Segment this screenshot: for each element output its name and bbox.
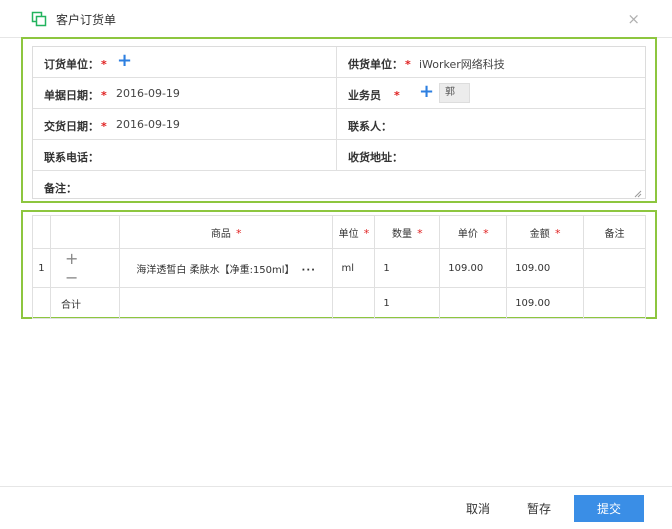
required-mark: * — [363, 226, 370, 240]
supplier-value: iWorker网络科技 — [419, 58, 505, 71]
form-row: 订货单位： * + 供货单位： * iWorker网络科技 — [33, 47, 645, 78]
price-cell[interactable]: 109.00 — [439, 248, 508, 288]
save-draft-button[interactable]: 暂存 — [527, 500, 551, 517]
table-header-row: 商品 * 单位 * 数量 * 单价 * 金额 * 备注 — [32, 215, 646, 249]
dialog-header: 客户订货单 × — [0, 0, 672, 38]
phone-field[interactable]: 联系电话： — [33, 140, 337, 170]
price-header: 单价 * — [439, 215, 508, 249]
required-mark: * — [101, 89, 107, 102]
supplier-field: 供货单位： * iWorker网络科技 — [337, 47, 645, 77]
address-field[interactable]: 收货地址： — [337, 140, 645, 170]
close-icon[interactable]: × — [627, 11, 640, 27]
total-row: 合计 1 109.00 — [32, 287, 646, 319]
form-row: 单据日期： * 2016-09-19 业务员 * + 郭 — [33, 78, 645, 109]
required-mark: * — [101, 120, 107, 133]
add-salesperson-button[interactable]: + — [419, 83, 434, 101]
form-row: 交货日期： * 2016-09-19 联系人： — [33, 109, 645, 140]
ops-header — [49, 215, 120, 249]
cancel-button[interactable]: 取消 — [466, 500, 490, 517]
copy-icon — [31, 11, 47, 27]
product-name: 海洋透皙白 柔肤水【净重:150ml】 — [136, 264, 290, 276]
required-mark: * — [554, 226, 561, 240]
total-qty: 1 — [374, 287, 441, 319]
salesperson-label: 业务员 * — [348, 89, 400, 102]
row-index: 1 — [32, 248, 51, 288]
product-cell[interactable]: 海洋透皙白 柔肤水【净重:150ml】 ··· — [118, 248, 334, 288]
remove-row-icon[interactable]: − — [65, 268, 78, 287]
remark-header: 备注 — [583, 215, 646, 249]
dialog-footer: 取消 暂存 提交 — [0, 486, 672, 529]
required-mark: * — [405, 58, 411, 71]
total-product — [118, 287, 334, 319]
dialog-title: 客户订货单 — [56, 13, 117, 27]
amount-header: 金额 * — [506, 215, 585, 249]
required-mark: * — [483, 226, 489, 240]
form-row: 备注： — [33, 171, 645, 200]
row-ops: +− — [49, 248, 120, 288]
required-mark: * — [394, 89, 400, 102]
supplier-label: 供货单位： * — [348, 58, 411, 71]
add-order-unit-button[interactable]: + — [117, 52, 132, 70]
order-info-section: 订货单位： * + 供货单位： * iWorker网络科技 单据日期： * 2016-… — [21, 37, 657, 203]
required-mark: * — [236, 226, 242, 240]
doc-date-input[interactable]: 2016-09-19 — [116, 87, 180, 100]
total-label: 合计 — [49, 287, 120, 319]
phone-label: 联系电话： — [44, 151, 99, 164]
remark-label: 备注： — [44, 182, 77, 195]
remark-cell[interactable] — [583, 248, 646, 288]
more-icon[interactable]: ··· — [302, 265, 316, 276]
salesperson-field: 业务员 * + 郭 — [337, 78, 645, 108]
unit-cell[interactable]: ml — [332, 248, 376, 288]
resize-handle-icon[interactable] — [634, 190, 642, 198]
amount-cell[interactable]: 109.00 — [506, 248, 585, 288]
doc-date-field: 单据日期： * 2016-09-19 — [33, 78, 337, 108]
order-info-form: 订货单位： * + 供货单位： * iWorker网络科技 单据日期： * 2016-… — [32, 46, 646, 199]
address-label: 收货地址： — [348, 151, 403, 164]
qty-cell[interactable]: 1 — [374, 248, 441, 288]
required-mark: * — [101, 58, 107, 71]
total-index — [32, 287, 51, 319]
submit-button[interactable]: 提交 — [574, 495, 644, 522]
doc-date-label: 单据日期： * — [44, 89, 107, 102]
delivery-date-input[interactable]: 2016-09-19 — [116, 118, 180, 131]
contact-field[interactable]: 联系人： — [337, 109, 645, 139]
qty-header: 数量 * — [374, 215, 441, 249]
index-header — [32, 215, 51, 249]
total-amount: 109.00 — [506, 287, 585, 319]
total-unit — [332, 287, 376, 319]
contact-label: 联系人： — [348, 120, 392, 133]
add-row-icon[interactable]: + — [65, 249, 78, 268]
remark-field[interactable]: 备注： — [33, 171, 645, 201]
total-price — [439, 287, 508, 319]
salesperson-chip[interactable]: 郭 — [439, 83, 470, 103]
order-unit-field: 订货单位： * + — [33, 47, 337, 77]
total-remark — [583, 287, 646, 319]
form-row: 联系电话： 收货地址： — [33, 140, 645, 171]
order-items-table: 商品 * 单位 * 数量 * 单价 * 金额 * 备注 1 +− 海洋透皙白 柔… — [32, 215, 646, 319]
product-header: 商品 * — [118, 215, 334, 249]
order-items-section: 商品 * 单位 * 数量 * 单价 * 金额 * 备注 1 +− 海洋透皙白 柔… — [21, 210, 657, 319]
unit-header: 单位 * — [332, 215, 376, 249]
table-row: 1 +− 海洋透皙白 柔肤水【净重:150ml】 ··· ml 1 109.00 … — [32, 248, 646, 288]
delivery-date-label: 交货日期： * — [44, 120, 107, 133]
delivery-date-field: 交货日期： * 2016-09-19 — [33, 109, 337, 139]
order-unit-label: 订货单位： * — [44, 58, 107, 71]
required-mark: * — [417, 226, 423, 240]
